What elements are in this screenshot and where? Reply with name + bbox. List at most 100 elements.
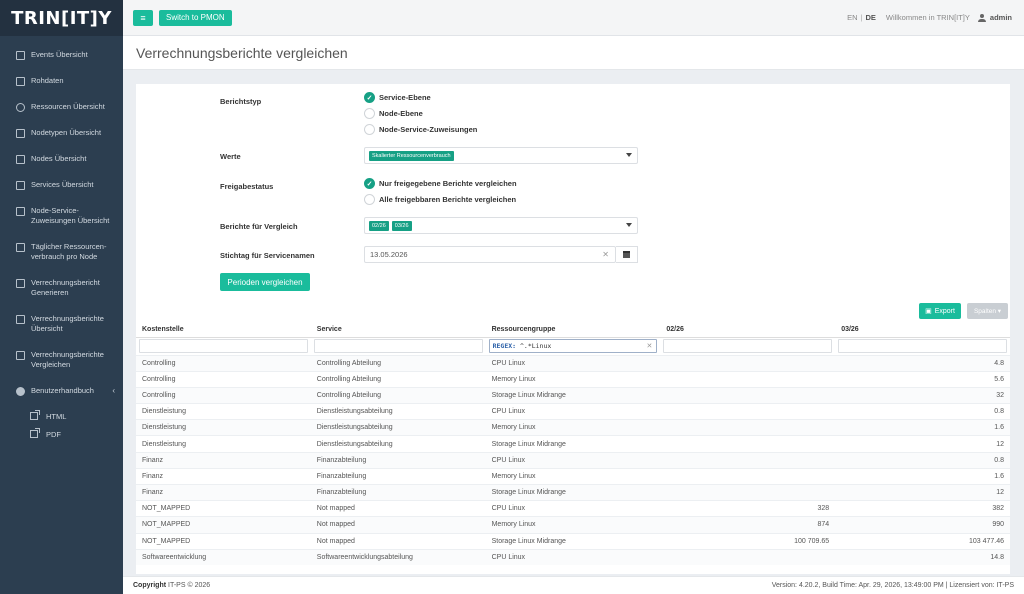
- table-cell: 1.6: [835, 419, 1010, 436]
- top-right-area: EN | DE Willkommen in TRIN[IT]Y admin: [847, 13, 1012, 22]
- table-cell: Finanzabteilung: [310, 451, 486, 469]
- radio-alle-freigebbaren[interactable]: Alle freigebbaren Berichte vergleichen: [364, 194, 516, 205]
- sidebar-item-label: Rohdaten: [31, 76, 64, 85]
- table-cell: Finanz: [136, 451, 311, 469]
- app-logo[interactable]: TRIN[IT]Y: [0, 0, 123, 36]
- table-cell: Softwareentwicklung: [136, 548, 311, 566]
- user-menu[interactable]: admin: [990, 13, 1012, 22]
- lang-en-link[interactable]: EN: [847, 13, 857, 22]
- radio-service-ebene[interactable]: ✓ Service-Ebene: [364, 92, 431, 103]
- sidebar-item-handbook[interactable]: Benutzerhandbuch ‹: [0, 381, 123, 407]
- table-cell: 990: [835, 516, 1010, 534]
- sidebar-item[interactable]: Täglicher Ressourcen-verbrauch pro Node: [0, 237, 123, 273]
- table-cell: Finanz: [136, 483, 311, 501]
- lang-de-link[interactable]: DE: [865, 13, 875, 22]
- clear-filter-icon[interactable]: ✕: [647, 342, 653, 350]
- sidebar-item-label: Verrechnungsbericht Generieren: [31, 278, 100, 297]
- filter-0226[interactable]: [663, 339, 833, 353]
- table-cell: Dienstleistung: [136, 435, 311, 453]
- werte-select[interactable]: Skalierter Ressourcenverbrauch: [364, 147, 638, 164]
- table-cell: Controlling: [136, 354, 311, 372]
- col-ressourcengruppe[interactable]: Ressourcengruppe: [485, 323, 661, 338]
- werte-chip[interactable]: Skalierter Ressourcenverbrauch: [369, 150, 454, 161]
- table-cell: [660, 354, 836, 372]
- table-cell: Storage Linux Midrange: [485, 435, 661, 453]
- handbook-html-link[interactable]: HTML: [0, 407, 123, 425]
- radio-node-ebene[interactable]: Node-Ebene: [364, 108, 423, 119]
- filter-service[interactable]: [313, 339, 483, 353]
- table-cell: Dienstleistungsabteilung: [310, 403, 486, 420]
- table-cell: NOT_MAPPED: [136, 500, 311, 517]
- table-cell: NOT_MAPPED: [136, 532, 311, 550]
- table-row: NOT_MAPPED Not mapped Storage Linux Midran…: [136, 532, 1010, 550]
- table-cell: 100 709.65: [660, 532, 836, 550]
- lang-separator: |: [860, 13, 863, 22]
- menu-toggle-button[interactable]: ≡: [133, 9, 153, 26]
- table-cell: [660, 483, 836, 501]
- sidebar-nav: Events Übersicht Rohdaten Ressourcen Übers…: [0, 36, 123, 443]
- berichte-chip[interactable]: 02/26: [369, 220, 389, 231]
- sidebar-item[interactable]: Verrechnungsberichte Vergleichen: [0, 345, 123, 381]
- sidebar-item[interactable]: Node-Service-Zuweisungen Übersicht: [0, 201, 123, 237]
- berichte-select[interactable]: 02/26 03/26: [364, 217, 638, 234]
- footer: Copyright IT-PS © 2026 Version: 4.20.2, …: [123, 576, 1024, 594]
- globe-icon: [16, 103, 25, 112]
- handbook-html-label: HTML: [46, 411, 67, 421]
- export-button[interactable]: ▣ Export: [919, 303, 961, 319]
- database-icon: [16, 77, 25, 86]
- sidebar-item[interactable]: Nodes Übersicht: [0, 149, 123, 175]
- filter-0326[interactable]: [838, 339, 1007, 353]
- table-cell: CPU Linux: [485, 403, 661, 420]
- sidebar-item-label: Events Übersicht: [31, 50, 88, 59]
- export-icon: ▣: [925, 308, 932, 315]
- sidebar-item[interactable]: Ressourcen Übersicht: [0, 97, 123, 123]
- table-row: Controlling Controlling Abteilung Memory L…: [136, 370, 1010, 388]
- table-cell: Not mapped: [310, 516, 486, 534]
- table-cell: 874: [660, 516, 836, 534]
- external-link-icon: [30, 428, 40, 438]
- filter-kostenstelle[interactable]: [139, 339, 308, 353]
- sidebar-item-label: Nodetypen Übersicht: [31, 128, 102, 137]
- sidebar-item[interactable]: Rohdaten: [0, 71, 123, 97]
- table-cell: 5.6: [835, 370, 1010, 388]
- sidebar-item-label: Benutzerhandbuch: [31, 386, 94, 395]
- table-cell: NOT_MAPPED: [136, 516, 311, 534]
- berichte-chip[interactable]: 03/26: [391, 220, 412, 231]
- copyright-text: IT-PS © 2026: [168, 582, 211, 589]
- table-cell: 12: [835, 483, 1010, 501]
- table-cell: 0.8: [835, 451, 1010, 469]
- clear-icon[interactable]: ✕: [602, 250, 609, 259]
- filter-ressourcengruppe[interactable]: REGEX: ^.*Linux ✕: [488, 339, 658, 353]
- table-cell: Controlling Abteilung: [310, 354, 486, 372]
- table-cell: 14.8: [835, 548, 1010, 566]
- copyright-label: Copyright: [133, 582, 167, 589]
- table-cell: [660, 419, 836, 436]
- col-service[interactable]: Service: [310, 323, 486, 338]
- col-kostenstelle[interactable]: Kostenstelle: [136, 323, 311, 338]
- topbar: ≡ Switch to PMON EN | DE Willkommen in T…: [123, 0, 1024, 36]
- external-link-icon: [30, 410, 40, 420]
- columns-button[interactable]: Spalten ▾: [967, 303, 1008, 319]
- table-cell: 103 477.46: [835, 532, 1010, 550]
- radio-checked-icon: ✓: [364, 178, 375, 189]
- handbook-pdf-link[interactable]: PDF: [0, 425, 123, 443]
- table-cell: Memory Linux: [485, 370, 661, 388]
- radio-nur-freigegebene[interactable]: ✓ Nur freigegebene Berichte vergleichen: [364, 178, 517, 189]
- radio-checked-icon: ✓: [364, 92, 375, 103]
- table-cell: 4.8: [835, 354, 1010, 372]
- compare-periods-button[interactable]: Perioden vergleichen: [220, 273, 310, 291]
- sidebar-item[interactable]: Events Übersicht: [0, 45, 123, 71]
- sidebar-item[interactable]: Verrechnungsbericht Generieren: [0, 273, 123, 309]
- sidebar-item[interactable]: Services Übersicht: [0, 175, 123, 201]
- switch-pmon-button[interactable]: Switch to PMON: [159, 9, 232, 26]
- sidebar-item[interactable]: Nodetypen Übersicht: [0, 123, 123, 149]
- table-cell: [660, 467, 836, 485]
- stichtag-input[interactable]: 13.05.2026 ✕: [364, 246, 616, 263]
- handbook-pdf-label: PDF: [46, 429, 61, 439]
- col-0326[interactable]: 03/26: [835, 323, 1010, 338]
- calendar-button[interactable]: [616, 246, 638, 263]
- sidebar-item[interactable]: Verrechnungsberichte Übersicht: [0, 309, 123, 345]
- table-cell: 1.6: [835, 467, 1010, 485]
- col-0226[interactable]: 02/26: [660, 323, 836, 338]
- radio-node-service-zuweisungen[interactable]: Node-Service-Zuweisungen: [364, 124, 477, 135]
